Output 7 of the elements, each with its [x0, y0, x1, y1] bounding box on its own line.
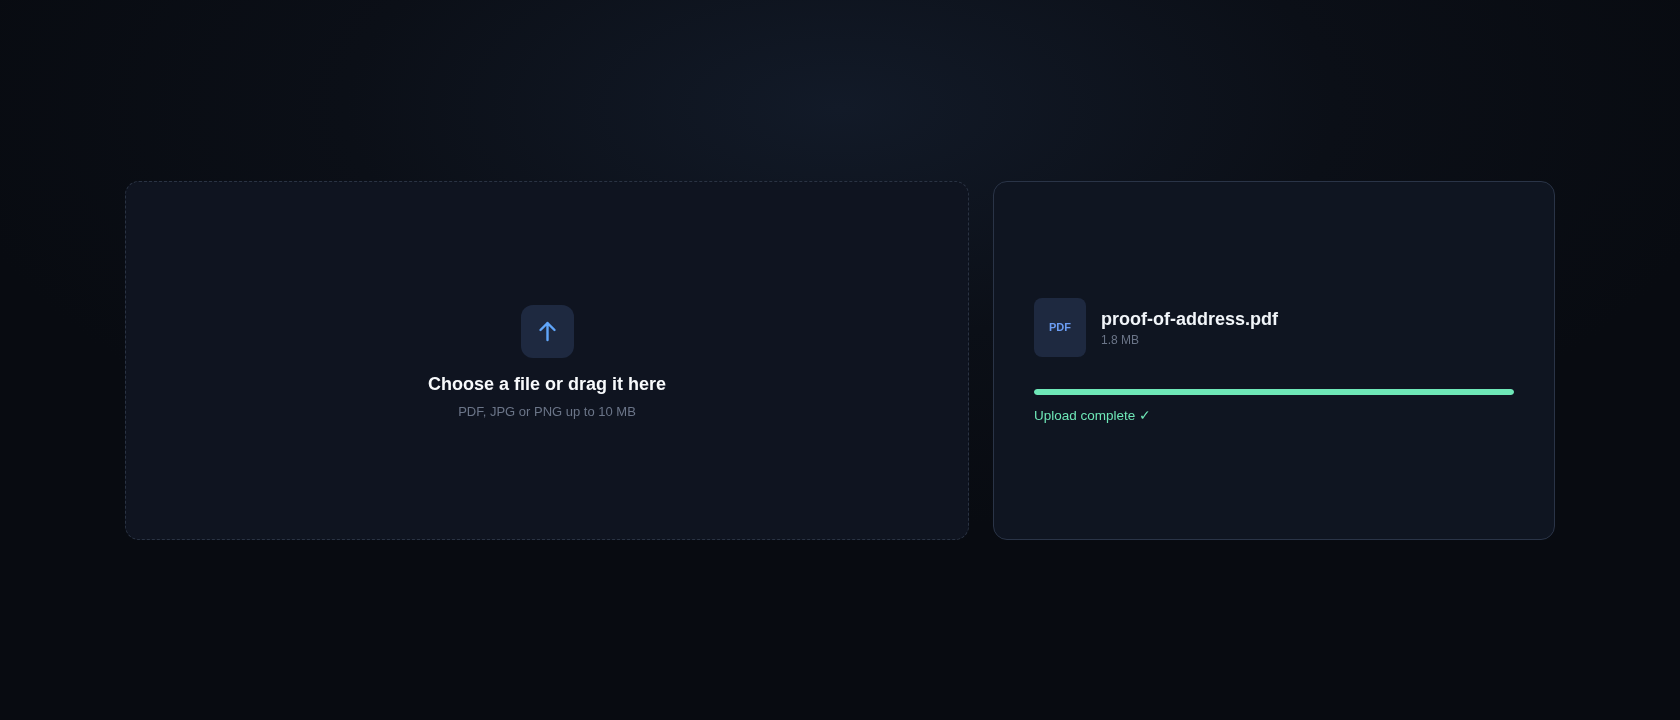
drop-zone-title: Choose a file or drag it here [427, 372, 667, 396]
upload-status: Upload complete ✓ [1034, 407, 1153, 425]
drop-zone[interactable]: Choose a file or drag it here PDF, JPG or PNG up to 10 MB [125, 180, 969, 540]
file-name: proof-of-address.pdf [1101, 308, 1278, 331]
file-type-hint: PDF, JPG or PNG up to 10 MB [458, 402, 636, 421]
pdf-file-badge: PDF [1034, 298, 1086, 357]
file-size: 1.8 MB [1101, 332, 1140, 348]
